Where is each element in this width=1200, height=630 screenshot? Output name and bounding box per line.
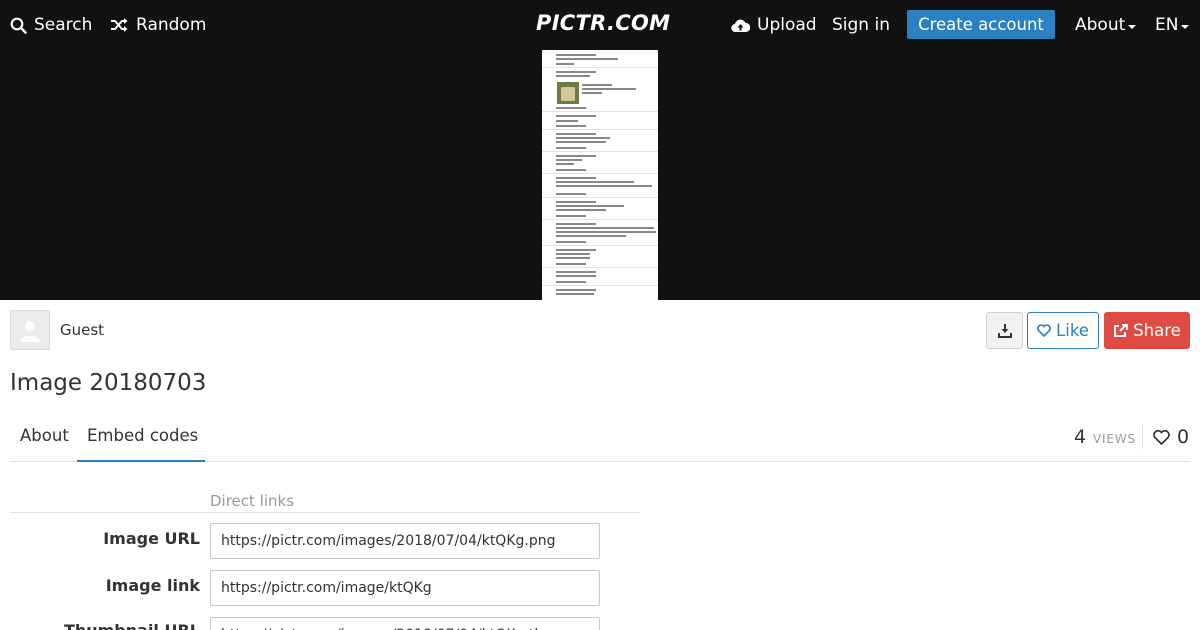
preview-post-row [542, 112, 658, 130]
preview-post-row [542, 50, 658, 68]
language-dropdown[interactable]: EN [1155, 13, 1190, 37]
tab-embed-codes[interactable]: Embed codes [87, 426, 198, 445]
stats-divider [1142, 425, 1143, 449]
avatar[interactable] [10, 310, 50, 350]
image-preview[interactable] [542, 50, 658, 300]
image-url-field[interactable] [210, 523, 600, 559]
about-dropdown-label: About [1075, 15, 1126, 35]
like-button-label: Like [1056, 321, 1089, 340]
tab-about[interactable]: About [20, 426, 69, 445]
image-link-label: Image link [105, 576, 200, 595]
download-button[interactable] [986, 312, 1023, 349]
preview-photo-thumbnail [557, 82, 579, 104]
share-button-label: Share [1133, 321, 1181, 340]
direct-links-heading: Direct links [210, 492, 295, 510]
preview-post-row [542, 174, 658, 198]
likes-count: 0 [1177, 426, 1190, 448]
uploader-name[interactable]: Guest [60, 321, 104, 339]
thumbnail-url-field[interactable] [210, 617, 600, 630]
heart-outline-icon [1037, 324, 1051, 337]
upload-nav-label: Upload [757, 15, 817, 35]
image-title: Image 20180703 [10, 370, 207, 396]
download-icon [997, 323, 1012, 338]
random-nav-label: Random [136, 15, 207, 35]
share-icon [1114, 323, 1129, 337]
active-tab-indicator [77, 460, 205, 462]
user-silhouette-icon [20, 321, 40, 342]
preview-post-row [542, 68, 658, 112]
search-nav-label: Search [34, 15, 93, 35]
share-button[interactable]: Share [1104, 312, 1190, 349]
like-button[interactable]: Like [1027, 312, 1099, 349]
search-icon [10, 17, 27, 34]
heart-outline-icon [1153, 429, 1170, 445]
preview-post-row [542, 246, 658, 268]
chevron-down-icon [1128, 24, 1137, 29]
random-nav-button[interactable]: Random [110, 13, 206, 37]
image-link-field[interactable] [210, 570, 600, 606]
shuffle-icon [111, 18, 128, 32]
chevron-down-icon [1181, 24, 1190, 29]
likes-counter: 0 [1153, 426, 1189, 448]
signin-nav-button[interactable]: Sign in [832, 13, 890, 37]
top-navigation: Search Random PICTR.COM Upload Sign in C… [0, 0, 1200, 48]
views-count: 4 [1074, 426, 1087, 448]
cloud-upload-icon [731, 19, 750, 32]
image-url-label: Image URL [103, 529, 200, 548]
preview-post-row [542, 152, 658, 174]
thumbnail-url-label: Thumbnail URL [10, 621, 200, 630]
preview-post-row [542, 220, 658, 246]
site-logo[interactable]: PICTR.COM [536, 11, 670, 35]
preview-post-row [542, 130, 658, 152]
about-dropdown[interactable]: About [1075, 13, 1137, 37]
preview-post-row [542, 198, 658, 220]
section-divider [10, 512, 640, 513]
language-dropdown-label: EN [1155, 15, 1179, 35]
signin-nav-label: Sign in [832, 15, 890, 35]
preview-post-row [542, 268, 658, 286]
upload-nav-button[interactable]: Upload [731, 13, 817, 37]
create-account-button[interactable]: Create account [907, 10, 1055, 39]
views-label: VIEWS [1093, 432, 1136, 446]
search-nav-button[interactable]: Search [10, 13, 92, 37]
preview-post-row [542, 286, 658, 300]
